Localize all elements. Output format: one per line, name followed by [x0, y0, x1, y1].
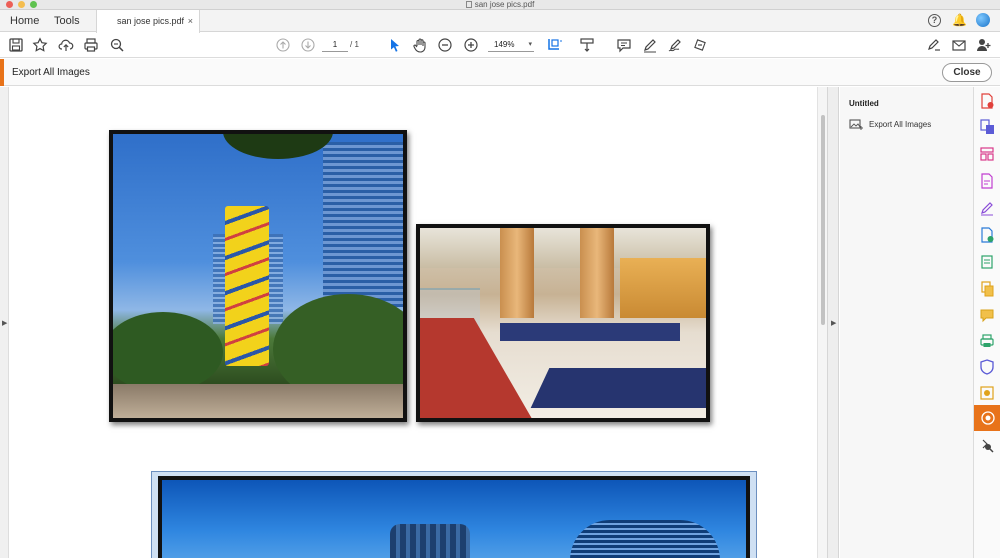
more-tools-icon[interactable]	[979, 437, 995, 453]
sign-icon[interactable]	[667, 37, 683, 53]
page-up-icon[interactable]	[275, 37, 291, 53]
action-label: Export All Images	[869, 120, 932, 129]
document-viewport[interactable]	[0, 87, 827, 558]
create-pdf-icon[interactable]	[979, 93, 995, 109]
main-toolbar: 1 / 1 149% ▾	[0, 33, 1000, 58]
zoom-in-icon[interactable]	[463, 37, 479, 53]
print-production-icon[interactable]	[979, 333, 995, 349]
comment-tool-icon[interactable]	[979, 307, 995, 323]
page-number-input[interactable]: 1	[322, 38, 348, 52]
right-panel-toggle[interactable]: ▶	[827, 87, 839, 558]
tab-close-icon[interactable]: ×	[188, 10, 193, 32]
photo-ground	[113, 384, 403, 418]
photo-carpet	[530, 368, 706, 408]
highlight-pen-icon[interactable]	[642, 37, 658, 53]
export-bar-title: Export All Images	[12, 67, 90, 78]
chevron-right-icon: ▶	[2, 320, 8, 327]
redact-icon[interactable]	[692, 37, 708, 53]
zoom-level-value: 149%	[494, 40, 515, 49]
document-icon	[465, 1, 472, 8]
optimize-icon[interactable]	[979, 385, 995, 401]
upload-cloud-icon[interactable]	[58, 37, 74, 53]
signature-icon[interactable]	[926, 37, 942, 53]
chevron-right-icon: ▶	[831, 320, 837, 327]
save-icon[interactable]	[8, 37, 24, 53]
tab-tools[interactable]: Tools	[54, 10, 80, 32]
window-titlebar: san jose pics.pdf	[0, 0, 1000, 10]
photo-image[interactable]	[151, 471, 757, 558]
left-panel-toggle[interactable]: ▶	[0, 87, 9, 558]
page-down-icon[interactable]	[300, 37, 316, 53]
photo-tree	[113, 312, 223, 392]
fill-sign-icon[interactable]	[979, 200, 995, 216]
panel-heading: Untitled	[849, 99, 879, 108]
accent-strip	[0, 59, 4, 86]
marquee-fit-icon[interactable]	[546, 37, 562, 53]
bell-icon[interactable]: 🔔	[952, 13, 967, 27]
scan-icon[interactable]	[979, 254, 995, 270]
zoom-out-icon[interactable]	[437, 37, 453, 53]
export-images-tool-icon[interactable]	[974, 405, 1000, 431]
protect-icon[interactable]	[979, 359, 995, 375]
comment-icon[interactable]	[616, 37, 632, 53]
window-title: san jose pics.pdf	[0, 0, 1000, 10]
combine-icon[interactable]	[979, 281, 995, 297]
scroll-mode-icon[interactable]	[579, 37, 595, 53]
photo-building	[570, 520, 720, 558]
scrollbar-thumb[interactable]	[821, 115, 825, 325]
add-user-icon[interactable]	[976, 37, 992, 53]
export-images-icon	[849, 119, 863, 131]
photo-building	[323, 142, 403, 307]
photo-wall	[620, 258, 706, 318]
tab-document[interactable]: san jose pics.pdf ×	[96, 10, 200, 33]
photo-image[interactable]	[416, 224, 710, 422]
page-total: / 1	[350, 40, 359, 49]
organize-pages-icon[interactable]	[979, 146, 995, 162]
tab-bar: Home Tools san jose pics.pdf × ? 🔔	[0, 10, 1000, 33]
vertical-scrollbar[interactable]	[817, 87, 827, 558]
photo-column	[500, 228, 534, 318]
select-arrow-icon[interactable]	[387, 37, 403, 53]
edit-pdf-icon[interactable]	[979, 173, 995, 189]
export-images-bar: Export All Images Close	[0, 59, 1000, 86]
mail-icon[interactable]	[951, 37, 967, 53]
photo-building	[225, 206, 269, 366]
photo-tree	[223, 134, 333, 159]
bookmark-star-icon[interactable]	[32, 37, 48, 53]
photo-image[interactable]	[109, 130, 407, 422]
compare-icon[interactable]	[979, 227, 995, 243]
zoom-search-icon[interactable]	[109, 37, 125, 53]
photo-building	[390, 524, 470, 558]
tab-home[interactable]: Home	[10, 10, 39, 32]
help-icon[interactable]: ?	[928, 14, 941, 27]
chevron-down-icon: ▾	[528, 41, 532, 48]
print-icon[interactable]	[83, 37, 99, 53]
photo-column	[580, 228, 614, 318]
account-globe-icon[interactable]	[976, 13, 990, 27]
photo-frame	[158, 476, 750, 558]
tools-rail	[973, 87, 1000, 558]
hand-icon[interactable]	[412, 37, 428, 53]
photo-carpet	[500, 323, 680, 341]
tab-document-label: san jose pics.pdf	[117, 16, 185, 26]
close-button[interactable]: Close	[942, 63, 992, 82]
right-panel: Untitled Export All Images	[840, 87, 973, 558]
window-title-text: san jose pics.pdf	[474, 0, 535, 9]
zoom-level-select[interactable]: 149% ▾	[488, 38, 534, 52]
export-pdf-icon[interactable]	[979, 119, 995, 135]
